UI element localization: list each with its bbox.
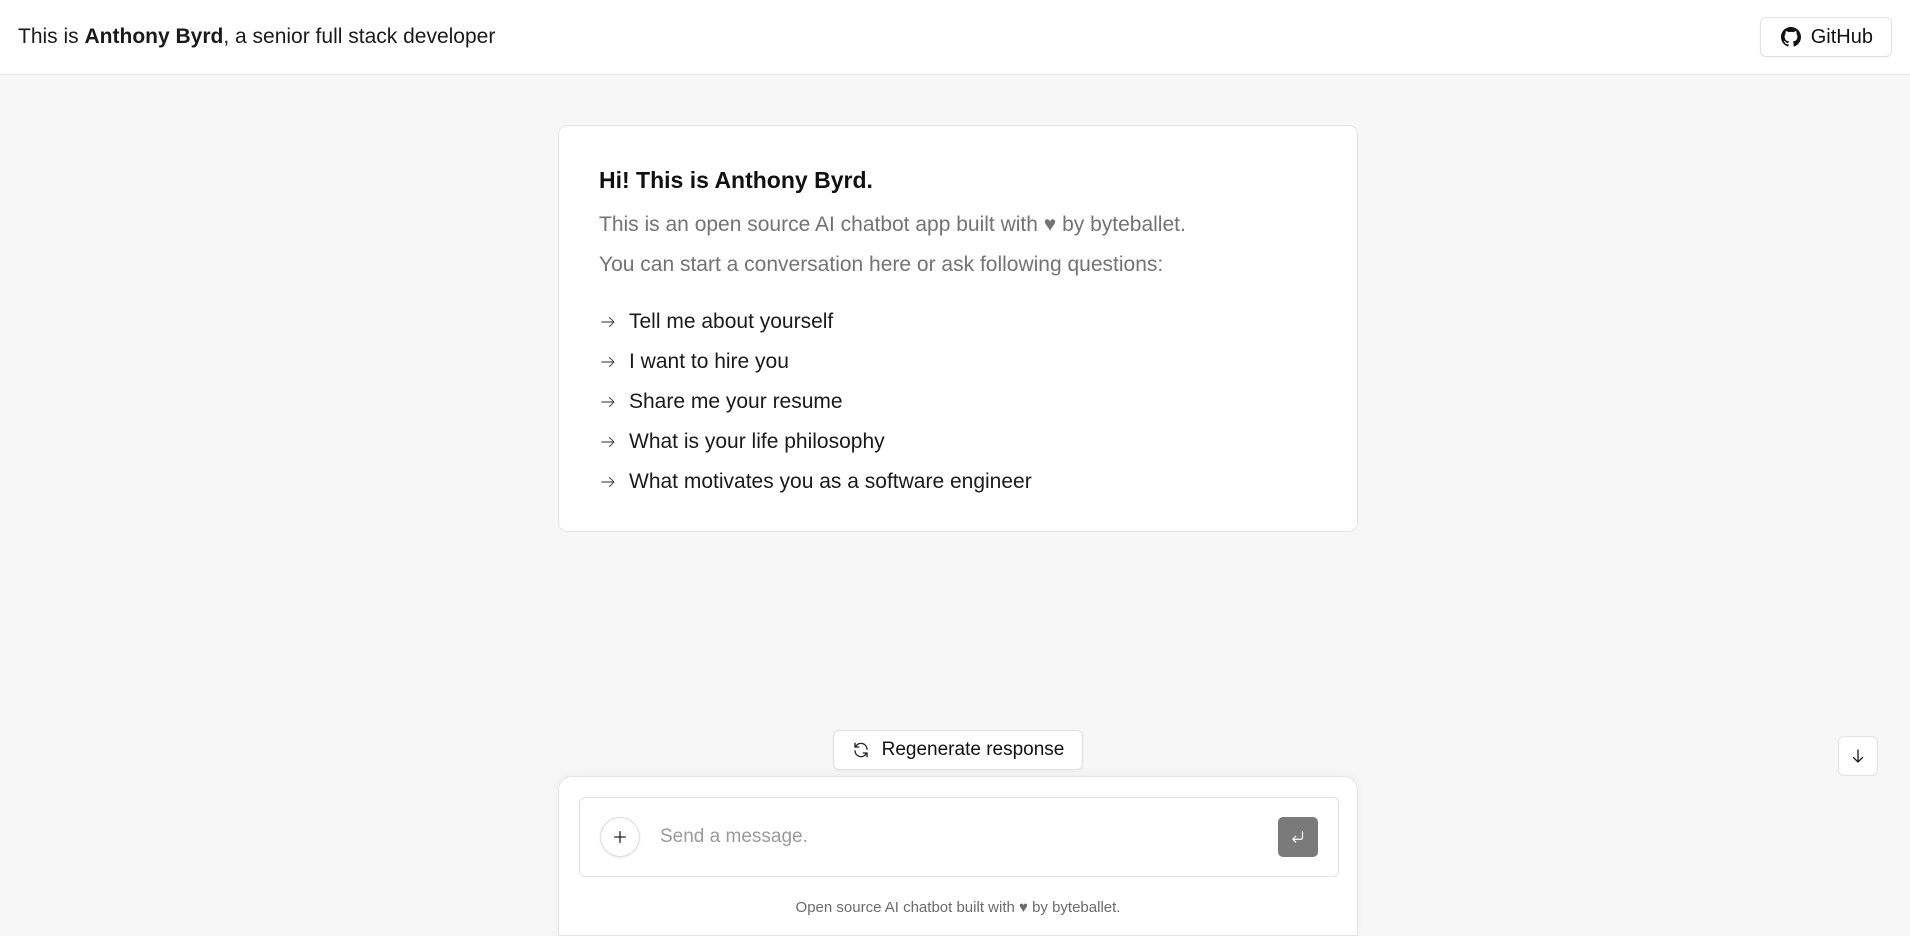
arrow-right-icon <box>599 433 617 451</box>
enter-icon <box>1289 828 1307 846</box>
top-bar: This is Anthony Byrd, a senior full stac… <box>0 0 1910 75</box>
suggested-question[interactable]: What is your life philosophy <box>599 422 1317 462</box>
suggested-question[interactable]: Share me your resume <box>599 382 1317 422</box>
message-composer: Open source AI chatbot built with ♥ by b… <box>558 776 1358 936</box>
suggested-question[interactable]: What motivates you as a software enginee… <box>599 462 1317 502</box>
footer-note: Open source AI chatbot built with ♥ by b… <box>795 899 1121 916</box>
suggested-question-label: I want to hire you <box>629 350 789 373</box>
arrow-right-icon <box>599 313 617 331</box>
arrow-right-icon <box>599 473 617 491</box>
new-chat-button[interactable] <box>600 817 640 857</box>
suggested-question[interactable]: Tell me about yourself <box>599 302 1317 342</box>
regenerate-label: Regenerate response <box>881 739 1065 760</box>
suggested-question-label: Share me your resume <box>629 390 843 413</box>
intro-heading: Hi! This is Anthony Byrd. <box>599 167 873 193</box>
suggested-question-label: What motivates you as a software enginee… <box>629 470 1032 493</box>
intro-prompt: You can start a conversation here or ask… <box>599 253 1164 276</box>
refresh-icon <box>852 741 870 759</box>
suggested-question-label: What is your life philosophy <box>629 430 885 453</box>
scroll-to-bottom-button[interactable] <box>1838 736 1878 776</box>
github-button[interactable]: GitHub <box>1759 17 1892 57</box>
site-title-suffix: , a senior full stack developer <box>223 25 496 48</box>
suggested-questions: Tell me about yourself I want to hire yo… <box>599 302 1317 502</box>
plus-icon <box>612 829 628 845</box>
site-title-prefix: This is <box>18 25 85 48</box>
arrow-right-icon <box>599 393 617 411</box>
site-title-name: Anthony Byrd <box>84 25 224 48</box>
message-input-box <box>579 797 1339 877</box>
intro-card: Hi! This is Anthony Byrd. This is an ope… <box>558 125 1358 532</box>
site-title: This is Anthony Byrd, a senior full stac… <box>18 25 495 49</box>
intro-description: This is an open source AI chatbot app bu… <box>599 213 1186 236</box>
github-icon <box>1780 27 1801 47</box>
message-input[interactable] <box>660 826 1258 848</box>
arrow-right-icon <box>599 353 617 371</box>
send-button[interactable] <box>1278 817 1318 857</box>
suggested-question-label: Tell me about yourself <box>629 310 834 333</box>
regenerate-response-button[interactable]: Regenerate response <box>833 730 1083 770</box>
arrow-down-icon <box>1849 747 1867 765</box>
github-label: GitHub <box>1810 25 1873 48</box>
suggested-question[interactable]: I want to hire you <box>599 342 1317 382</box>
